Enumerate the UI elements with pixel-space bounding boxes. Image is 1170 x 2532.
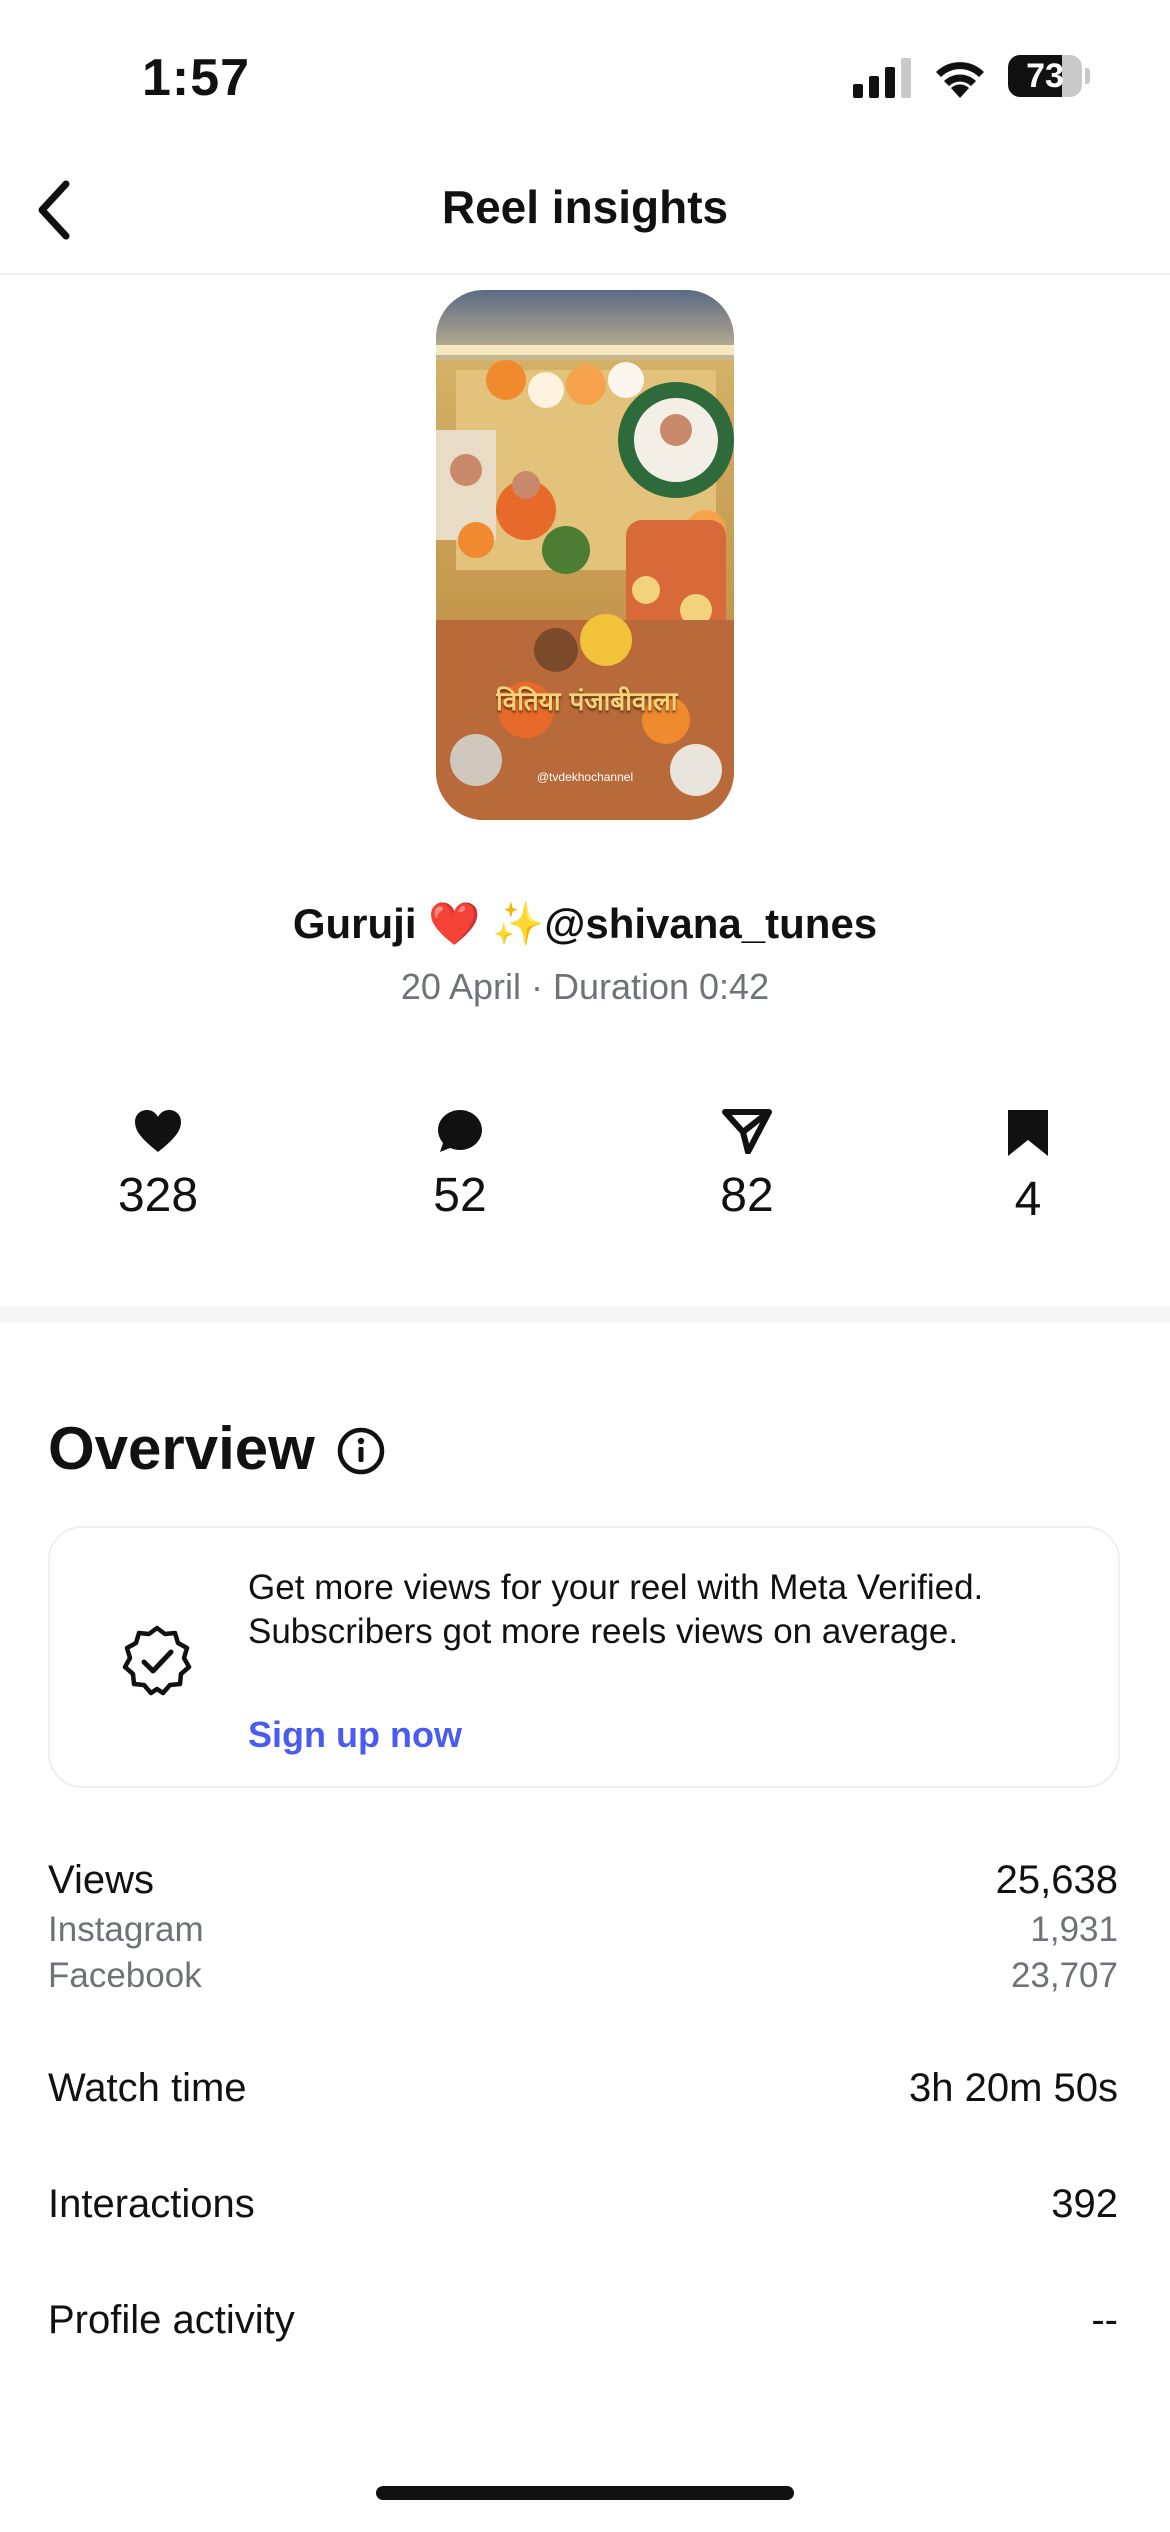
shares-count: 82 xyxy=(720,1169,774,1222)
section-divider xyxy=(0,1306,1170,1322)
cellular-signal-icon xyxy=(853,58,911,98)
instagram-views-value: 1,931 xyxy=(1030,1910,1118,1949)
shares-stat: 82 xyxy=(647,1108,847,1223)
facebook-views-value: 23,707 xyxy=(1010,1956,1118,1995)
interactions-label[interactable]: Interactions xyxy=(48,2182,255,2227)
battery-level: 73 xyxy=(1026,57,1064,95)
comments-stat: 52 xyxy=(360,1108,560,1223)
status-bar: 1:57 73 xyxy=(0,0,1170,150)
saves-stat: 4 xyxy=(928,1108,1128,1227)
views-label: Views xyxy=(48,1858,154,1902)
likes-count: 328 xyxy=(117,1169,199,1222)
overview-title: Overview xyxy=(48,1415,315,1482)
wifi-icon xyxy=(936,62,984,98)
page-title: Reel insights xyxy=(441,181,729,233)
meta-verified-promo-card: Get more views for your reel with Meta V… xyxy=(48,1526,1120,1788)
profile-activity-value: -- xyxy=(1091,2298,1118,2342)
saves-count: 4 xyxy=(1014,1173,1042,1226)
reel-thumbnail[interactable]: वितिया पंजाबीवाला @tvdekhochannel xyxy=(436,290,734,820)
heart-icon xyxy=(135,1110,181,1152)
comments-count: 52 xyxy=(433,1169,487,1222)
instagram-views-label: Instagram xyxy=(48,1910,204,1949)
profile-activity-label[interactable]: Profile activity xyxy=(48,2298,295,2343)
promo-text: Get more views for your reel with Meta V… xyxy=(248,1568,984,1651)
battery-icon: 73 xyxy=(1008,55,1090,97)
bookmark-icon xyxy=(1008,1110,1048,1156)
reel-caption: Guruji ❤️ ✨@shivana_tunes xyxy=(292,900,878,947)
interactions-value: 392 xyxy=(1051,2182,1118,2226)
facebook-views-label: Facebook xyxy=(48,1956,202,1995)
nav-header: Reel insights xyxy=(0,150,1170,275)
verified-badge-icon xyxy=(122,1625,192,1696)
thumbnail-watermark: @tvdekhochannel xyxy=(536,770,634,784)
views-value: 25,638 xyxy=(995,1858,1118,1902)
likes-stat: 328 xyxy=(58,1108,258,1223)
sign-up-link[interactable]: Sign up now xyxy=(248,1714,462,1756)
comment-icon xyxy=(438,1110,482,1152)
watch-time-label: Watch time xyxy=(48,2066,247,2110)
send-icon xyxy=(722,1109,772,1154)
home-indicator[interactable] xyxy=(376,2486,794,2500)
reel-thumbnail-image xyxy=(436,290,734,820)
reel-date-duration: 20 April · Duration 0:42 xyxy=(400,966,770,1007)
thumbnail-overlay-text: वितिया पंजाबीवाला xyxy=(496,687,678,717)
status-time: 1:57 xyxy=(142,49,251,107)
watch-time-value: 3h 20m 50s xyxy=(908,2066,1118,2110)
info-icon[interactable] xyxy=(336,1426,386,1476)
